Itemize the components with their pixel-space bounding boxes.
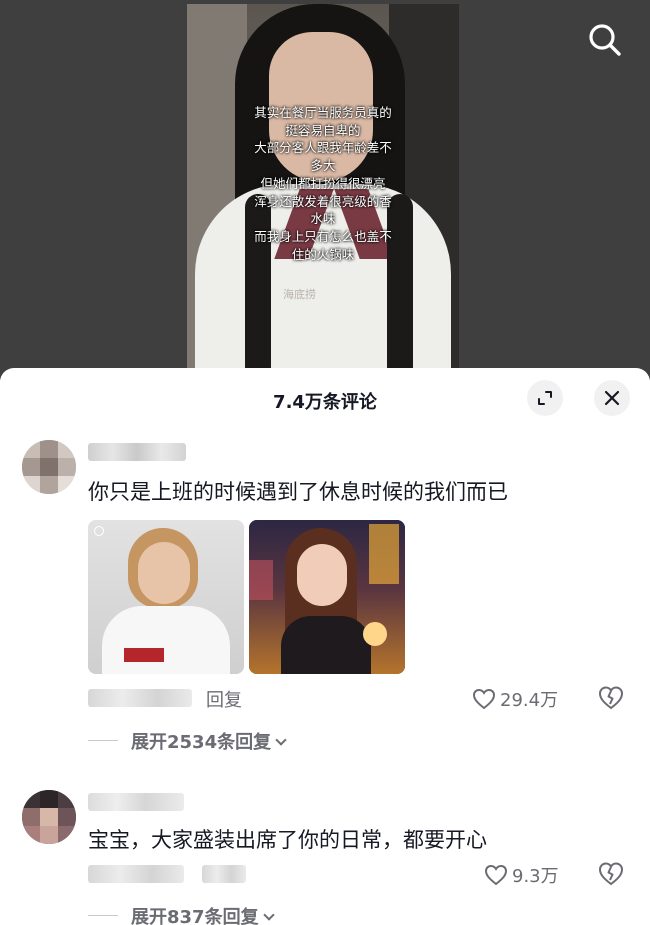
expand-replies-label: 展开837条回复 bbox=[131, 907, 259, 925]
caption-line: 水味 bbox=[310, 211, 336, 227]
video-player[interactable]: 海底捞 其实在餐厅当服务员真的 挺容易自卑的 大部分客人跟我年龄差不 多大 但她… bbox=[0, 0, 650, 380]
dislike-button[interactable] bbox=[597, 860, 625, 888]
comments-panel: 7.4万条评论 你只是上班的时候遇到了休息时候的我们而已 回复 29.4万 展开… bbox=[0, 368, 650, 925]
comment-image[interactable] bbox=[249, 520, 405, 674]
blurred-username[interactable] bbox=[88, 793, 184, 811]
expand-icon bbox=[538, 391, 552, 405]
like-count: 29.4万 bbox=[500, 690, 559, 711]
comment-text: 宝宝，大家盛装出席了你的日常，都要开心 bbox=[88, 828, 487, 852]
reply-button[interactable]: 回复 bbox=[206, 686, 242, 712]
divider-line bbox=[88, 740, 118, 741]
like-button[interactable]: 9.3万 bbox=[484, 862, 559, 888]
caption-line: 多大 bbox=[310, 158, 336, 174]
expand-replies-button[interactable]: 展开837条回复 bbox=[131, 903, 275, 925]
expand-replies-label: 展开2534条回复 bbox=[131, 732, 272, 753]
broken-heart-icon bbox=[598, 862, 624, 886]
caption-line: 浑身还散发着很亮级的香 bbox=[254, 193, 392, 209]
broken-heart-icon bbox=[598, 686, 624, 710]
chevron-down-icon bbox=[275, 734, 287, 746]
like-button[interactable]: 29.4万 bbox=[472, 686, 558, 712]
video-frame[interactable]: 海底捞 其实在餐厅当服务员真的 挺容易自卑的 大部分客人跟我年龄差不 多大 但她… bbox=[187, 4, 459, 380]
close-icon bbox=[604, 390, 620, 406]
comment-image[interactable] bbox=[88, 520, 244, 674]
blurred-comment-meta bbox=[88, 689, 192, 707]
expand-replies-button[interactable]: 展开2534条回复 bbox=[131, 728, 287, 754]
blurred-username[interactable] bbox=[88, 443, 186, 461]
caption-line: 大部分客人跟我年龄差不 bbox=[254, 140, 392, 156]
caption-line: 住的火锅味 bbox=[291, 246, 355, 262]
avatar[interactable] bbox=[22, 790, 76, 844]
divider-line bbox=[88, 915, 118, 916]
close-panel-button[interactable] bbox=[594, 380, 630, 416]
blurred-comment-meta bbox=[88, 865, 184, 883]
search-icon bbox=[589, 24, 621, 56]
uniform-badge-text: 海底捞 bbox=[283, 288, 316, 301]
heart-icon bbox=[484, 864, 508, 886]
like-count: 9.3万 bbox=[512, 866, 559, 887]
video-caption: 其实在餐厅当服务员真的 挺容易自卑的 大部分客人跟我年龄差不 多大 但她们都打扮… bbox=[187, 104, 459, 263]
comment-text: 你只是上班的时候遇到了休息时候的我们而已 bbox=[88, 480, 508, 504]
heart-icon bbox=[472, 688, 496, 710]
search-button[interactable] bbox=[585, 20, 625, 60]
caption-line: 其实在餐厅当服务员真的 bbox=[254, 105, 392, 120]
dislike-button[interactable] bbox=[597, 684, 625, 712]
blurred-comment-meta bbox=[202, 865, 246, 883]
expand-panel-button[interactable] bbox=[527, 380, 563, 416]
chevron-down-icon bbox=[262, 909, 275, 921]
caption-line: 挺容易自卑的 bbox=[285, 122, 361, 138]
caption-line: 但她们都打扮得很漂亮 bbox=[260, 175, 386, 191]
caption-line: 而我身上只有怎么也盖不 bbox=[254, 228, 392, 244]
avatar[interactable] bbox=[22, 440, 76, 494]
